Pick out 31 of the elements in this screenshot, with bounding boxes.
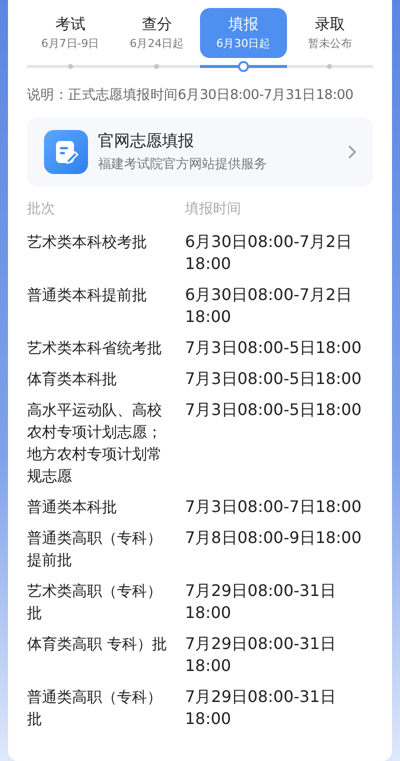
fill-time: 7月3日08:00-7日18:00 [185,496,363,518]
edit-form-icon [44,130,88,174]
batch-name: 艺术类高职（专科）批 [27,581,163,624]
fill-time: 6月30日08:00-7月2日18:00 [185,231,353,275]
chevron-right-icon [348,145,356,159]
service-subtitle: 福建考试院官方网站提供服务 [98,156,268,173]
fill-time: 7月8日08:00-9日18:00 [185,527,363,549]
fill-time: 7月3日08:00-5日18:00 [185,399,363,421]
batch-name: 普通类高职（专科）批 [27,687,163,730]
step-tab[interactable]: 考试 6月7日-9日 [27,8,114,58]
column-header: 填报时间 [185,200,242,218]
service-card[interactable]: 官网志愿填报 福建考试院官方网站提供服务 [27,118,373,186]
fill-time: 7月29日08:00-31日18:00 [185,633,337,677]
batch-name: 体育类高职 专科）批 [27,634,168,655]
batch-name: 艺术类本科省统考批 [27,338,163,359]
batch-name: 普通类本科批 [27,497,118,518]
fill-time: 7月3日08:00-5日18:00 [185,368,363,390]
fill-time: 6月30日08:00-7月2日18:00 [185,284,353,328]
step-tab[interactable]: 查分 6月24日起 [114,8,200,58]
column-header: 批次 [27,200,56,218]
note-text: 说明：正式志愿填报时间6月30日8:00-7月31日18:00 [27,86,354,104]
batch-name: 艺术类本科校考批 [27,232,148,253]
batch-name: 普通类高职（专科）提前批 [27,528,163,571]
step-tab[interactable]: 录取 暂未公布 [286,8,373,58]
batch-name: 体育类本科批 [27,369,118,390]
fill-time: 7月3日08:00-5日18:00 [185,337,363,359]
fill-time: 7月29日08:00-31日18:00 [185,580,337,624]
service-title: 官网志愿填报 [98,131,195,152]
batch-name: 高水平运动队、高校农村专项计划志愿；地方农村专项计划常规志愿 [27,400,163,487]
fill-time: 7月29日08:00-31日18:00 [185,686,337,730]
batch-name: 普通类本科提前批 [27,285,148,306]
